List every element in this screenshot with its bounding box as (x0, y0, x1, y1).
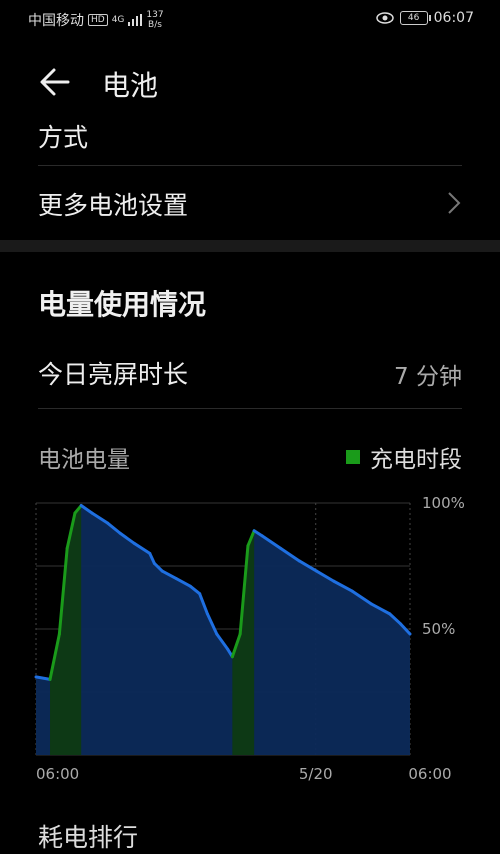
signal-icon (128, 14, 143, 26)
chevron-right-icon (448, 192, 461, 214)
legend-label: 充电时段 (370, 447, 462, 473)
usage-section-title: 电量使用情况 (38, 288, 207, 321)
eye-icon (375, 12, 394, 24)
network-type: 4G (111, 15, 125, 25)
divider (38, 165, 462, 166)
app-bar: 电池 (0, 50, 500, 110)
screen-time-label: 今日亮屏时长 (38, 360, 189, 389)
clock: 06:07 (433, 10, 474, 26)
battery-area-fill (36, 505, 410, 755)
carrier-label: 中国移动 (28, 13, 84, 29)
more-battery-settings-row[interactable]: 更多电池设置 (38, 186, 188, 222)
page-title: 电池 (102, 69, 159, 102)
status-bar: 中国移动 HD 4G 137 B/s 46 06:07 (0, 0, 500, 40)
x-tick-label: 5/20 (299, 765, 333, 783)
chart-legend: 充电时段 (346, 440, 462, 474)
hd-badge: HD (88, 14, 108, 26)
chart-areas (36, 505, 410, 755)
speed-unit: B/s (148, 20, 162, 30)
power-ranking-heading: 耗电排行 (38, 823, 139, 852)
screen-time-value: 7 分钟 (394, 364, 462, 390)
back-arrow-icon[interactable] (38, 64, 74, 100)
settings-row-partial[interactable]: 方式 (38, 118, 88, 154)
charging-legend-swatch (346, 450, 360, 464)
status-left: 中国移动 HD 4G 137 B/s (28, 10, 164, 30)
y-tick-label: 50% (422, 620, 455, 638)
y-tick-label: 100% (422, 494, 465, 512)
battery-level-chart[interactable]: 100% 50% 06:00 5/20 06:00 (0, 490, 500, 790)
network-speed: 137 B/s (146, 10, 163, 30)
speed-value: 137 (146, 10, 164, 20)
divider (38, 408, 462, 409)
x-tick-label: 06:00 (36, 765, 79, 783)
chart-title: 电池电量 (38, 447, 130, 473)
status-right: 46 06:07 (375, 10, 474, 26)
battery-indicator: 46 (399, 11, 431, 25)
charging-period-fill (50, 505, 82, 755)
x-tick-label: 06:00 (408, 765, 451, 783)
section-separator (0, 240, 500, 252)
